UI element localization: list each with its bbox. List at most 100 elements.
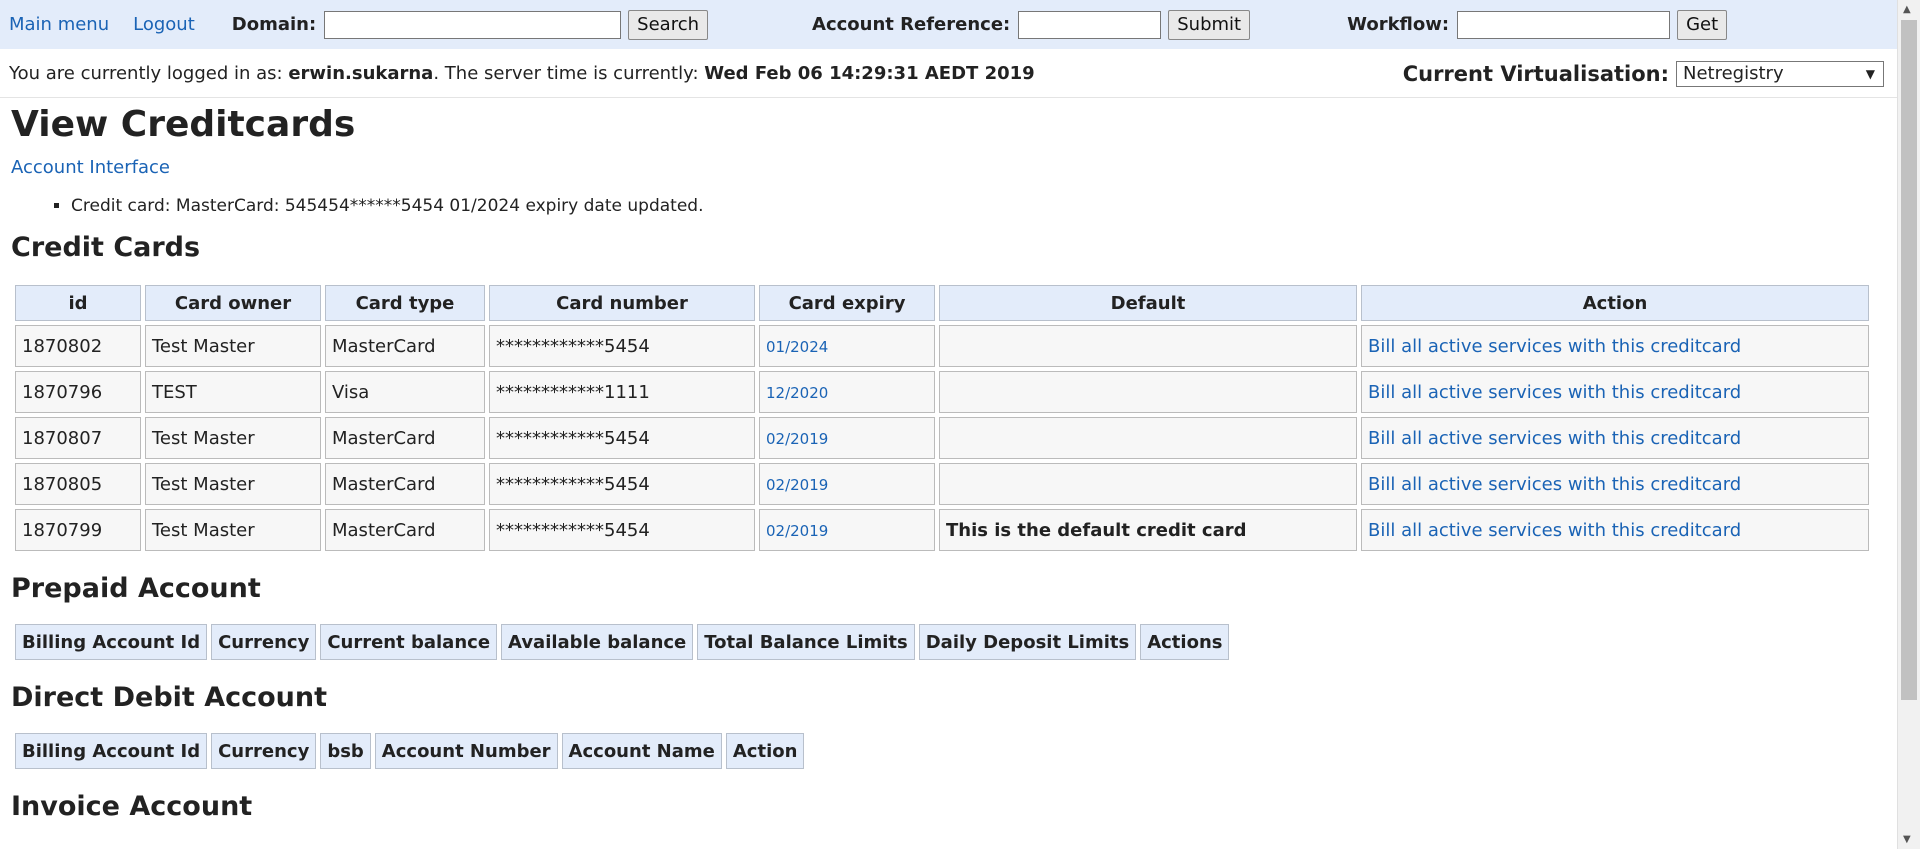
column-header-action: Action	[1361, 285, 1869, 321]
page-title: View Creditcards	[11, 104, 356, 145]
table-header-row: id Card owner Card type Card number Card…	[15, 285, 1869, 321]
table-header-row: Billing Account Id Currency bsb Account …	[15, 733, 805, 769]
invoice-account-heading: Invoice Account	[11, 791, 253, 822]
table-row: 1870796 TEST Visa ************1111 12/20…	[15, 371, 1869, 413]
card-expiry-link[interactable]: 02/2019	[766, 522, 828, 540]
scroll-down-arrow-icon[interactable]: ▼	[1903, 834, 1911, 845]
card-action-cell: Bill all active services with this credi…	[1361, 325, 1869, 367]
column-header-currency: Currency	[211, 733, 317, 769]
card-type: MasterCard	[325, 509, 485, 551]
card-type: MasterCard	[325, 325, 485, 367]
direct-debit-account-heading: Direct Debit Account	[11, 682, 328, 713]
column-header-currency: Currency	[211, 624, 317, 660]
account-reference-input[interactable]	[1018, 10, 1162, 39]
card-owner: TEST	[145, 371, 321, 413]
table-row: 1870807 Test Master MasterCard *********…	[15, 417, 1869, 459]
scrollbar-thumb[interactable]	[1901, 20, 1917, 700]
column-header-card-owner: Card owner	[145, 285, 321, 321]
card-number: ************1111	[489, 371, 755, 413]
bill-all-services-link[interactable]: Bill all active services with this credi…	[1368, 520, 1741, 541]
card-id: 1870802	[15, 325, 141, 367]
credit-cards-table: id Card owner Card type Card number Card…	[11, 281, 1873, 555]
card-default: This is the default credit card	[939, 509, 1357, 551]
server-time: Wed Feb 06 14:29:31 AEDT 2019	[704, 63, 1035, 84]
column-header-actions: Actions	[1140, 624, 1230, 660]
login-status: You are currently logged in as: erwin.su…	[9, 63, 1035, 84]
virtualisation-selector: Current Virtualisation: Netregistry ▼	[1402, 60, 1884, 87]
card-expiry-cell: 01/2024	[759, 325, 935, 367]
prepaid-account-heading: Prepaid Account	[11, 573, 261, 604]
card-number: ************5454	[489, 509, 755, 551]
message-item: Credit card: MasterCard: 545454******545…	[71, 196, 1881, 216]
card-default	[939, 417, 1357, 459]
card-expiry-link[interactable]: 02/2019	[766, 430, 828, 448]
virtualisation-value: Netregistry	[1683, 63, 1784, 84]
submit-button[interactable]: Submit	[1168, 9, 1251, 40]
column-header-card-expiry: Card expiry	[759, 285, 935, 321]
card-expiry-cell: 02/2019	[759, 463, 935, 505]
table-header-row: Billing Account Id Currency Current bala…	[15, 624, 1230, 660]
login-prefix: You are currently logged in as:	[9, 63, 289, 84]
bill-all-services-link[interactable]: Bill all active services with this credi…	[1368, 474, 1741, 495]
workflow-label: Workflow:	[1347, 14, 1450, 35]
server-time-prefix: . The server time is currently:	[433, 63, 705, 84]
card-id: 1870805	[15, 463, 141, 505]
table-row: 1870805 Test Master MasterCard *********…	[15, 463, 1869, 505]
account-interface-link[interactable]: Account Interface	[11, 157, 170, 178]
prepaid-account-table: Billing Account Id Currency Current bala…	[11, 620, 1233, 664]
domain-input[interactable]	[324, 10, 622, 39]
card-owner: Test Master	[145, 463, 321, 505]
column-header-current-balance: Current balance	[320, 624, 498, 660]
column-header-available-balance: Available balance	[501, 624, 694, 660]
column-header-daily-deposit-limits: Daily Deposit Limits	[918, 624, 1137, 660]
bill-all-services-link[interactable]: Bill all active services with this credi…	[1368, 382, 1741, 403]
card-owner: Test Master	[145, 417, 321, 459]
column-header-billing-account-id: Billing Account Id	[15, 733, 208, 769]
card-number: ************5454	[489, 463, 755, 505]
column-header-card-type: Card type	[325, 285, 485, 321]
message-list: Credit card: MasterCard: 545454******545…	[11, 196, 1881, 216]
card-expiry-link[interactable]: 02/2019	[766, 476, 828, 494]
card-expiry-cell: 02/2019	[759, 509, 935, 551]
card-type: MasterCard	[325, 463, 485, 505]
card-owner: Test Master	[145, 325, 321, 367]
virtualisation-select[interactable]: Netregistry ▼	[1676, 60, 1884, 87]
card-number: ************5454	[489, 417, 755, 459]
username: erwin.sukarna	[288, 63, 434, 84]
account-reference-label: Account Reference:	[812, 14, 1011, 35]
card-type: Visa	[325, 371, 485, 413]
top-navigation-bar: Main menu Logout Domain: Search Account …	[0, 0, 1898, 49]
column-header-default: Default	[939, 285, 1357, 321]
vertical-scrollbar[interactable]: ▲ ▼	[1897, 0, 1920, 849]
column-header-total-balance-limits: Total Balance Limits	[697, 624, 915, 660]
virtualisation-label: Current Virtualisation:	[1402, 61, 1669, 86]
column-header-id: id	[15, 285, 141, 321]
card-id: 1870799	[15, 509, 141, 551]
get-button[interactable]: Get	[1677, 9, 1728, 40]
card-action-cell: Bill all active services with this credi…	[1361, 509, 1869, 551]
scroll-up-arrow-icon[interactable]: ▲	[1903, 4, 1911, 15]
column-header-account-number: Account Number	[374, 733, 558, 769]
logout-link[interactable]: Logout	[133, 14, 195, 35]
direct-debit-account-table: Billing Account Id Currency bsb Account …	[11, 729, 808, 773]
main-menu-link[interactable]: Main menu	[9, 14, 109, 35]
user-status-bar: You are currently logged in as: erwin.su…	[0, 50, 1898, 98]
column-header-action: Action	[725, 733, 805, 769]
workflow-input[interactable]	[1457, 10, 1671, 39]
card-default	[939, 371, 1357, 413]
card-id: 1870796	[15, 371, 141, 413]
table-row: 1870802 Test Master MasterCard *********…	[15, 325, 1869, 367]
card-expiry-link[interactable]: 01/2024	[766, 338, 828, 356]
search-button[interactable]: Search	[628, 9, 709, 40]
card-default	[939, 325, 1357, 367]
table-row: 1870799 Test Master MasterCard *********…	[15, 509, 1869, 551]
card-expiry-link[interactable]: 12/2020	[766, 384, 828, 402]
card-owner: Test Master	[145, 509, 321, 551]
card-action-cell: Bill all active services with this credi…	[1361, 417, 1869, 459]
column-header-billing-account-id: Billing Account Id	[15, 624, 208, 660]
card-action-cell: Bill all active services with this credi…	[1361, 371, 1869, 413]
bill-all-services-link[interactable]: Bill all active services with this credi…	[1368, 428, 1741, 449]
domain-label: Domain:	[231, 14, 317, 35]
bill-all-services-link[interactable]: Bill all active services with this credi…	[1368, 336, 1741, 357]
card-default	[939, 463, 1357, 505]
